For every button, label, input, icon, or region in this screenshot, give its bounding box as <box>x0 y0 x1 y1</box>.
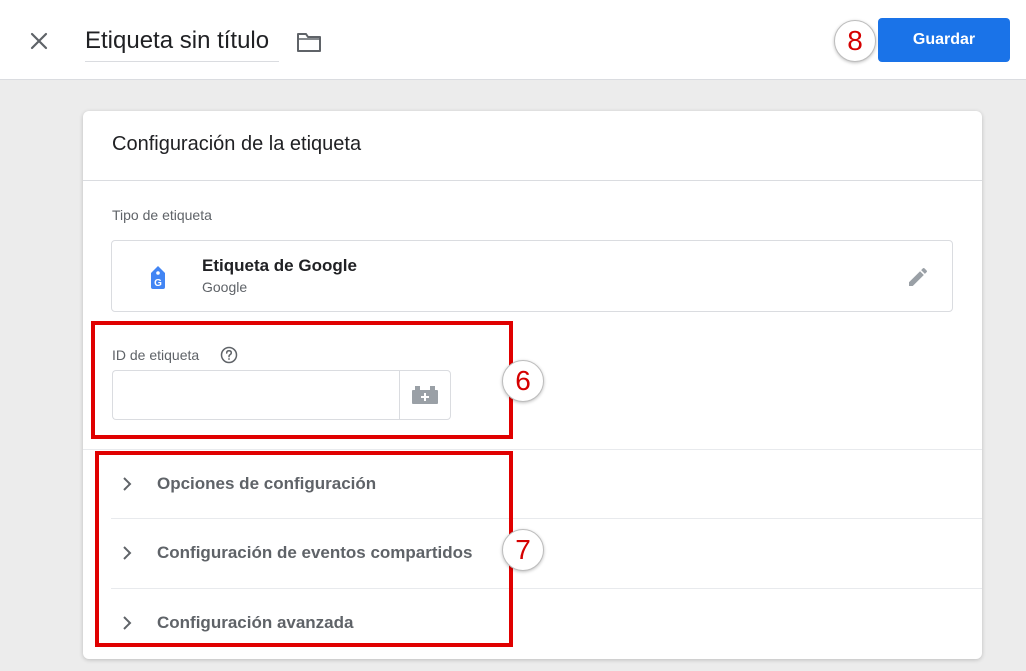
close-icon <box>30 32 48 50</box>
svg-text:G: G <box>154 278 162 289</box>
top-bar: Etiqueta sin título 8 Guardar <box>0 0 1026 80</box>
tag-title[interactable]: Etiqueta sin título <box>85 24 279 58</box>
tag-type-name: Etiqueta de Google <box>202 256 357 275</box>
chevron-right-icon <box>123 546 132 560</box>
save-button[interactable]: Guardar <box>878 18 1010 62</box>
chevron-right-icon <box>123 477 132 491</box>
accordion-label: Configuración de eventos compartidos <box>157 543 473 562</box>
chevron-right-icon <box>123 616 132 630</box>
tag-type-selector[interactable]: G Etiqueta de Google Google <box>111 240 953 312</box>
card-divider <box>83 180 982 181</box>
variable-picker-button[interactable] <box>399 370 451 420</box>
google-tag-icon: G <box>151 266 165 289</box>
accordion-label: Configuración avanzada <box>157 613 354 632</box>
folder-button[interactable] <box>294 28 324 56</box>
accordion-configuration-options[interactable]: Opciones de configuración <box>111 450 982 519</box>
help-icon[interactable] <box>220 346 238 364</box>
tag-type-vendor: Google <box>202 279 248 295</box>
accordion-advanced-settings[interactable]: Configuración avanzada <box>111 589 982 658</box>
close-button[interactable] <box>24 26 54 56</box>
tag-type-label: Tipo de etiqueta <box>112 207 212 223</box>
annotation-badge-7: 7 <box>502 529 544 571</box>
annotation-badge-8: 8 <box>834 20 876 62</box>
tag-id-label: ID de etiqueta <box>112 347 200 363</box>
tag-title-field[interactable]: Etiqueta sin título <box>85 24 279 62</box>
annotation-badge-6: 6 <box>502 360 544 402</box>
card-title: Configuración de la etiqueta <box>112 133 362 155</box>
tag-id-input[interactable] <box>112 370 400 420</box>
variable-picker-icon <box>412 386 438 404</box>
folder-icon <box>297 33 321 52</box>
pencil-icon[interactable] <box>906 265 930 289</box>
accordion-shared-event-settings[interactable]: Configuración de eventos compartidos <box>111 519 982 588</box>
accordion-label: Opciones de configuración <box>157 474 377 493</box>
